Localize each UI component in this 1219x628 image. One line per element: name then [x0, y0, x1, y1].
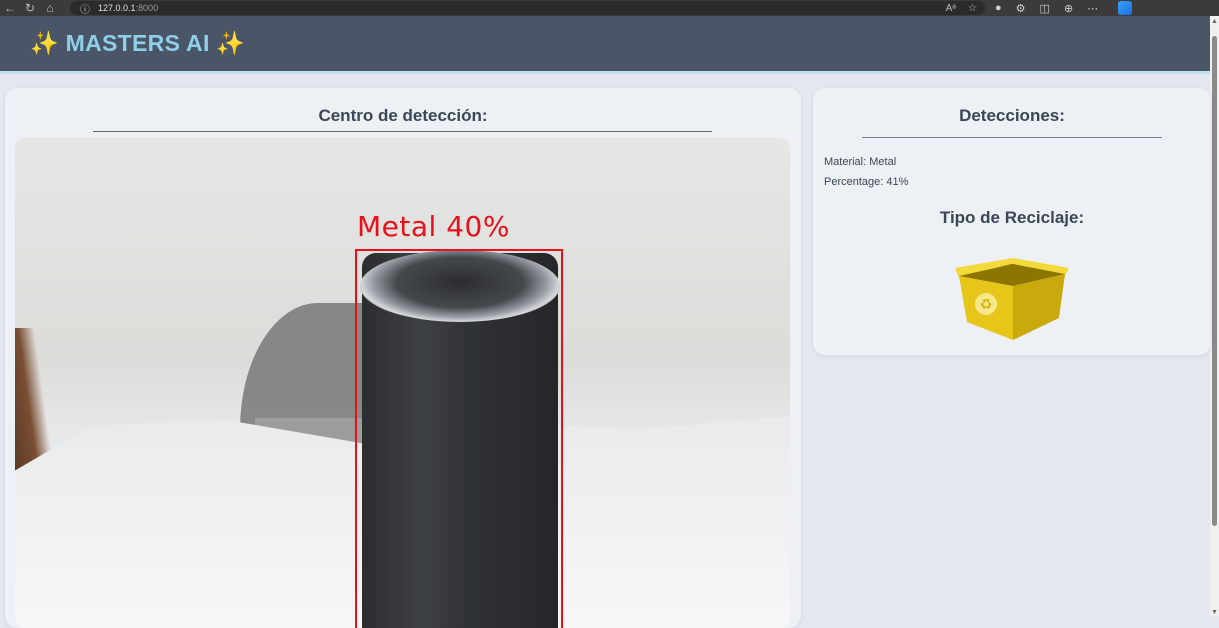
page-scrollbar[interactable]: ▲ ▼: [1210, 16, 1219, 616]
favorite-star-icon[interactable]: ☆: [968, 3, 977, 14]
split-screen-icon[interactable]: ◫: [1040, 2, 1050, 15]
read-aloud-icon[interactable]: Aᵃ: [946, 3, 956, 14]
scroll-thumb[interactable]: [1212, 36, 1217, 526]
material-line: Material: Metal: [824, 156, 896, 168]
scroll-up-icon[interactable]: ▲: [1211, 18, 1218, 25]
percentage-value: 41%: [886, 176, 909, 188]
site-info-icon[interactable]: ⓘ: [80, 1, 90, 16]
material-value: Metal: [869, 156, 897, 168]
sparkle-icon: ✨: [216, 30, 246, 56]
address-bar[interactable]: ⓘ 127.0.0.1:8000 Aᵃ ☆: [70, 1, 985, 16]
browser-toolbar: ← ↻ ⌂ ⓘ 127.0.0.1:8000 Aᵃ ☆ ● ⚙ ◫ ⊕ ⋯: [0, 0, 1219, 16]
detection-center-panel: Centro de detección: Metal 40%: [5, 88, 801, 628]
sparkle-icon: ✨: [30, 30, 59, 56]
app-title-text: MASTERS AI: [65, 30, 210, 56]
recycling-type-heading: Tipo de Reciclaje:: [939, 208, 1085, 227]
app-header: ✨ MASTERS AI ✨: [0, 16, 1210, 74]
yellow-recycle-bin-icon: ♻: [955, 258, 1069, 340]
collections-icon[interactable]: ⊕: [1064, 2, 1073, 15]
detections-panel: Detecciones: Material: Metal Percentage:…: [813, 88, 1211, 355]
scroll-down-icon[interactable]: ▼: [1211, 609, 1218, 616]
home-icon[interactable]: ⌂: [40, 0, 60, 16]
detections-heading: Detecciones:: [959, 106, 1065, 125]
material-label: Material:: [824, 156, 867, 168]
more-menu-icon[interactable]: ⋯: [1087, 2, 1098, 15]
reload-icon[interactable]: ↻: [20, 0, 40, 16]
divider: [93, 131, 712, 132]
percentage-line: Percentage: 41%: [824, 176, 908, 188]
app-title: ✨ MASTERS AI ✨: [30, 30, 245, 57]
extensions-puzzle-icon[interactable]: ⚙: [1016, 2, 1026, 15]
detection-bounding-box: [355, 249, 563, 628]
extension-icon[interactable]: ●: [995, 2, 1002, 14]
url-text: 127.0.0.1:8000: [98, 3, 159, 13]
svg-text:♻: ♻: [980, 297, 993, 313]
detection-center-heading: Centro de detección:: [318, 106, 488, 125]
percentage-label: Percentage:: [824, 176, 884, 188]
camera-feed: Metal 40%: [15, 138, 790, 628]
copilot-icon[interactable]: [1118, 1, 1133, 15]
back-icon[interactable]: ←: [0, 0, 20, 16]
divider: [862, 137, 1162, 138]
detection-label: Metal 40%: [357, 210, 510, 243]
